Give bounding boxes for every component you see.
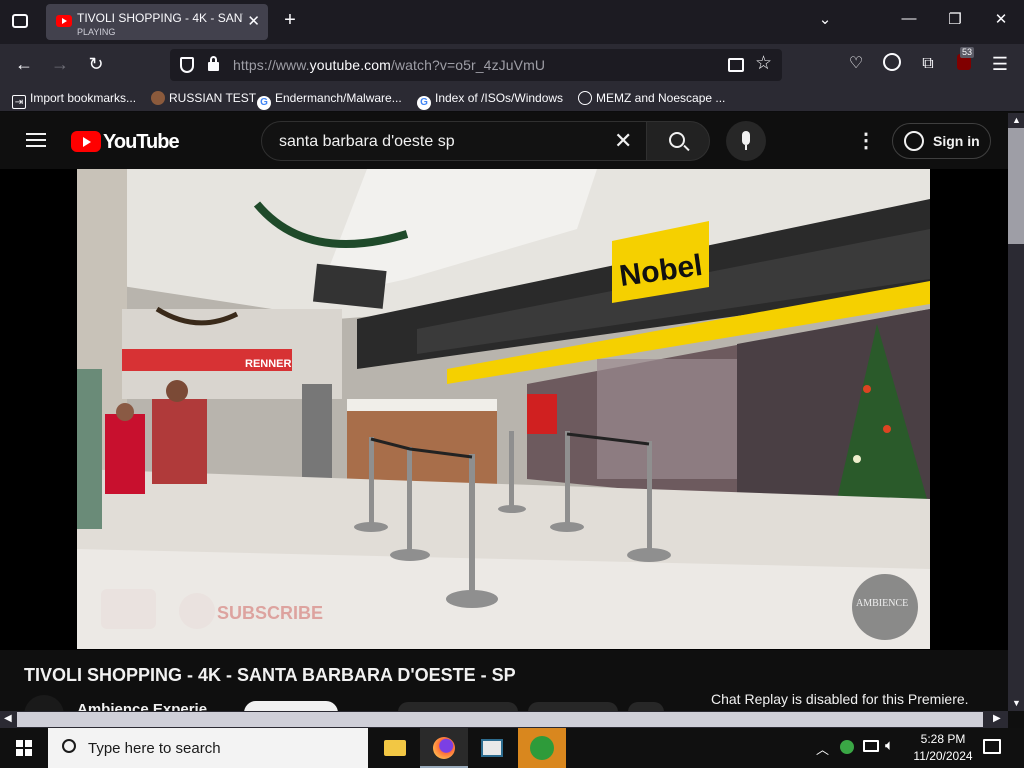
search-button[interactable] xyxy=(646,121,710,161)
maximize-button[interactable]: ❐ xyxy=(940,10,970,28)
google-icon: G xyxy=(417,96,431,110)
mall-scene: RENNER Nobel SUBSCRIBE AMBIENCE xyxy=(77,169,930,649)
search-input[interactable]: santa barbara d'oeste sp xyxy=(279,133,455,151)
bookmark-favicon-icon xyxy=(151,91,165,105)
youtube-logo[interactable]: YouTube xyxy=(71,131,180,153)
picture-in-picture-icon[interactable] xyxy=(728,58,744,72)
youtube-favicon-icon xyxy=(56,15,72,27)
tab-youtube[interactable]: TIVOLI SHOPPING - 4K - SANTA BARBARA D'O… xyxy=(46,4,268,40)
file-explorer-icon[interactable] xyxy=(370,728,418,768)
account-icon[interactable] xyxy=(880,53,904,76)
address-bar[interactable]: https://www.youtube.com/watch?v=o5r_4zJu… xyxy=(170,49,782,81)
tab-list-icon[interactable] xyxy=(12,14,28,28)
scroll-right-arrow-icon[interactable]: ▶ xyxy=(993,713,1001,724)
clock-date: 11/20/2024 xyxy=(913,749,973,763)
scroll-up-arrow-icon[interactable]: ▲ xyxy=(1012,115,1021,125)
back-button[interactable]: ← xyxy=(12,53,36,75)
taskbar-search-placeholder: Type here to search xyxy=(88,740,221,757)
renner-sign: RENNER xyxy=(245,358,292,370)
close-tab-icon[interactable]: ✕ xyxy=(247,12,260,30)
horizontal-scroll-thumb[interactable] xyxy=(17,712,983,727)
tab-title: TIVOLI SHOPPING - 4K - SANTA BARBARA D'O… xyxy=(77,11,243,25)
bookmarks-toolbar: ⇥ Import bookmarks... RUSSIAN TEST G Ender… xyxy=(0,86,1024,112)
channel-watermark: AMBIENCE xyxy=(856,598,908,609)
firefox-icon[interactable] xyxy=(420,728,468,768)
search-icon xyxy=(62,739,76,753)
hamburger-menu-icon[interactable] xyxy=(26,133,46,147)
reload-button[interactable]: ↻ xyxy=(84,53,108,75)
close-window-button[interactable]: ✕ xyxy=(986,10,1016,28)
tab-strip: TIVOLI SHOPPING - 4K - SANTA BARBARA D'O… xyxy=(0,0,1024,44)
lock-shackle xyxy=(210,56,217,64)
clear-search-icon[interactable]: ✕ xyxy=(614,128,632,154)
pocket-icon[interactable]: ♡ xyxy=(844,53,868,75)
globe-icon xyxy=(578,91,592,105)
volume-icon[interactable]: 🔈︎ xyxy=(885,737,894,754)
taskbar-search-box[interactable]: Type here to search xyxy=(48,728,368,768)
sign-in-button[interactable]: Sign in xyxy=(892,123,991,159)
youtube-header: YouTube santa barbara d'oeste sp ✕ ⋮ Sig… xyxy=(0,113,1008,169)
video-frame[interactable]: RENNER Nobel SUBSCRIBE AMBIENCE xyxy=(77,169,930,649)
url-text[interactable]: https://www.youtube.com/watch?v=o5r_4zJu… xyxy=(233,57,545,73)
bookmark-endermanch[interactable]: G Endermanch/Malware... xyxy=(257,91,402,110)
new-tab-button[interactable]: + xyxy=(275,9,305,32)
tray-user-icon[interactable] xyxy=(840,740,854,754)
windows-taskbar: Type here to search ︿ 🔈︎ 5:28 PM 11/20/2… xyxy=(0,728,1024,768)
extension-badge: 53 xyxy=(960,47,975,58)
show-hidden-icons-chevron-icon[interactable]: ︿ xyxy=(816,739,829,758)
google-icon: G xyxy=(257,96,271,110)
vertical-scroll-thumb[interactable] xyxy=(1008,128,1024,244)
chat-replay-notice: Chat Replay is disabled for this Premier… xyxy=(711,691,969,707)
network-icon[interactable] xyxy=(863,740,879,752)
forward-button[interactable]: → xyxy=(48,53,72,75)
search-box[interactable]: santa barbara d'oeste sp ✕ xyxy=(261,121,647,161)
bookmark-star-icon[interactable]: ☆ xyxy=(755,52,772,75)
microphone-icon xyxy=(742,131,750,145)
subscribe-overlay: SUBSCRIBE xyxy=(217,603,323,623)
navigation-toolbar: ← → ↻ https://www.youtube.com/watch?v=o5… xyxy=(0,44,1024,86)
menu-icon[interactable]: ☰ xyxy=(988,53,1012,75)
bookmark-russian-test[interactable]: RUSSIAN TEST xyxy=(151,91,256,105)
notifications-icon[interactable] xyxy=(983,739,1001,754)
youtube-logo-text: YouTube xyxy=(103,131,180,153)
ublock-extension-icon[interactable]: 53 xyxy=(952,47,976,75)
start-button[interactable] xyxy=(0,728,48,768)
minimize-button[interactable]: — xyxy=(894,10,924,27)
green-app-icon[interactable] xyxy=(518,728,566,768)
bookmark-isos[interactable]: G Index of /ISOs/Windows xyxy=(417,91,563,110)
clock-time: 5:28 PM xyxy=(920,732,966,746)
voice-search-button[interactable] xyxy=(726,121,766,161)
bookmark-import[interactable]: ⇥ Import bookmarks... xyxy=(12,91,136,109)
tracking-shield-icon[interactable] xyxy=(180,57,194,73)
taskbar-clock[interactable]: 5:28 PM 11/20/2024 xyxy=(906,731,980,765)
account-circle-icon xyxy=(904,131,924,151)
list-all-tabs-icon[interactable]: ⌄ xyxy=(810,10,840,28)
video-title: TIVOLI SHOPPING - 4K - SANTA BARBARA D'O… xyxy=(24,665,516,685)
tab-status: PLAYING xyxy=(77,27,116,37)
bookmark-memz[interactable]: MEMZ and Noescape ... xyxy=(578,91,725,105)
extensions-icon[interactable]: ⧉ xyxy=(916,53,940,75)
windows-logo-icon xyxy=(16,740,32,756)
scroll-left-arrow-icon[interactable]: ◀ xyxy=(4,713,12,724)
youtube-logo-icon xyxy=(71,131,101,152)
settings-kebab-icon[interactable]: ⋮ xyxy=(856,128,876,153)
import-icon: ⇥ xyxy=(12,95,26,109)
sign-in-label: Sign in xyxy=(933,133,980,149)
app-window-icon[interactable] xyxy=(468,728,516,768)
video-player[interactable]: RENNER Nobel SUBSCRIBE AMBIENCE xyxy=(0,169,1008,650)
scroll-down-arrow-icon[interactable]: ▼ xyxy=(1012,698,1021,708)
